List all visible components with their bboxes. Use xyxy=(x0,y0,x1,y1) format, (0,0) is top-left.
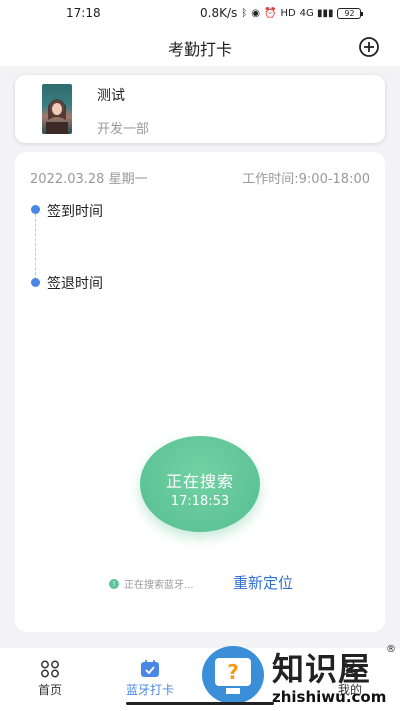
home-indicator xyxy=(126,702,274,705)
network-speed: 0.8K/s xyxy=(200,6,238,20)
calendar-check-icon xyxy=(141,660,159,677)
user-name: 测试 xyxy=(97,88,125,104)
check-out-label: 签退时间 xyxy=(47,276,103,292)
battery-icon: 92 xyxy=(337,7,364,19)
alarm-icon: ⏰ xyxy=(263,7,277,19)
hd-call-icon: ◉ xyxy=(251,7,260,19)
current-time: 17:18:53 xyxy=(170,494,230,509)
avatar xyxy=(42,84,72,134)
tab-bluetooth-checkin[interactable]: 蓝牙打卡 xyxy=(110,660,190,698)
user-card: 测试 开发一部 xyxy=(15,75,385,143)
work-time: 工作时间:9:00-18:00 xyxy=(242,172,370,187)
attendance-date: 2022.03.28 星期一 xyxy=(30,172,148,187)
bluetooth-status-text: 正在搜索蓝牙... xyxy=(124,580,194,591)
attendance-card: 2022.03.28 星期一 工作时间:9:00-18:00 签到时间 签退时间… xyxy=(15,152,385,632)
bluetooth-status: ! 正在搜索蓝牙... xyxy=(109,576,194,591)
person-icon xyxy=(341,660,359,678)
plus-circle-icon[interactable] xyxy=(358,36,380,58)
check-in-label: 签到时间 xyxy=(47,204,103,220)
page-title: 考勤打卡 xyxy=(167,40,232,59)
relocate-button[interactable]: 重新定位 xyxy=(233,572,293,593)
tab-mine[interactable]: 我的 xyxy=(310,660,390,698)
tab-home[interactable]: 首页 xyxy=(10,660,90,698)
user-department: 开发一部 xyxy=(97,122,150,137)
status-icons: 0.8K/s ᛒ ◉ ⏰ HD 4G ▮▮▮ 92 xyxy=(200,6,390,20)
timeline-line xyxy=(35,214,36,280)
hd-icon: HD xyxy=(280,7,296,19)
status-bar: 17:18 0.8K/s ᛒ ◉ ⏰ HD 4G ▮▮▮ 92 xyxy=(0,0,400,26)
searching-label: 正在搜索 xyxy=(165,472,234,491)
app-bar: 考勤打卡 xyxy=(0,26,400,66)
tab-mine-label: 我的 xyxy=(337,683,362,697)
tab-home-label: 首页 xyxy=(37,683,62,697)
searching-button[interactable]: 正在搜索 17:18:53 xyxy=(140,436,260,532)
bluetooth-icon: ᛒ xyxy=(241,7,248,19)
tab-bluetooth-checkin-label: 蓝牙打卡 xyxy=(125,683,174,697)
status-time: 17:18 xyxy=(66,6,101,20)
check-in-dot-icon xyxy=(31,205,40,214)
4g-signal-icon: 4G ▮▮▮ xyxy=(299,7,334,19)
info-icon: ! xyxy=(109,578,119,589)
check-out-dot-icon xyxy=(31,278,40,287)
grid-icon xyxy=(41,660,59,678)
